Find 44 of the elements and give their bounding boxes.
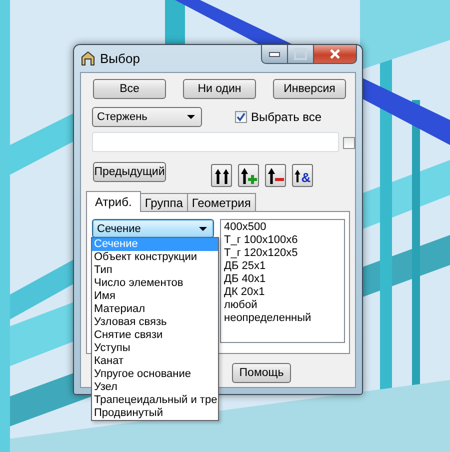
dropdown-option[interactable]: Канат bbox=[92, 355, 218, 368]
dropdown-option[interactable]: Объект конструкции bbox=[92, 251, 218, 264]
push-button[interactable]: Ни один bbox=[183, 79, 256, 99]
maximize-button[interactable] bbox=[288, 45, 314, 64]
tab[interactable]: Атриб. bbox=[86, 191, 141, 212]
select-all-checkbox[interactable] bbox=[235, 111, 247, 123]
list-item[interactable]: T_г 100x100x6 bbox=[224, 234, 341, 247]
list-item[interactable]: ДК 20x1 bbox=[224, 286, 341, 299]
arrow-ampersand-icon[interactable]: & bbox=[292, 164, 313, 187]
element-type-dropdown[interactable]: Стержень bbox=[92, 107, 202, 127]
list-item[interactable]: ДБ 25x1 bbox=[224, 260, 341, 273]
tab[interactable]: Геометрия bbox=[186, 193, 256, 211]
dropdown-option[interactable]: Число элементов bbox=[92, 277, 218, 290]
window-title: Выбор bbox=[100, 50, 140, 66]
close-icon bbox=[329, 49, 341, 59]
dropdown-option[interactable]: Уступы bbox=[92, 342, 218, 355]
dropdown-option[interactable]: Узел bbox=[92, 381, 218, 394]
dropdown-option[interactable]: Трапецеидальный и тре bbox=[92, 394, 218, 407]
dropdown-option[interactable]: Материал bbox=[92, 303, 218, 316]
close-button[interactable] bbox=[314, 45, 357, 64]
house-icon bbox=[80, 50, 96, 66]
push-button[interactable]: Инверсия bbox=[273, 79, 346, 99]
dropdown-option[interactable]: Упругое основание bbox=[92, 368, 218, 381]
filter-field[interactable] bbox=[92, 132, 339, 152]
dropdown-option[interactable]: Узловая связь bbox=[92, 316, 218, 329]
push-button[interactable]: Все bbox=[93, 79, 166, 99]
filter-checkbox[interactable] bbox=[343, 137, 355, 149]
dropdown-option[interactable]: Тип bbox=[92, 264, 218, 277]
arrow-plus-icon[interactable] bbox=[238, 164, 259, 187]
dropdown-option[interactable]: Снятие связи bbox=[92, 329, 218, 342]
list-item[interactable]: любой bbox=[224, 299, 341, 312]
dropdown-option[interactable]: Имя bbox=[92, 290, 218, 303]
arrow-minus-icon[interactable] bbox=[265, 164, 286, 187]
checkbox-label: Выбрать все bbox=[251, 110, 322, 124]
list-item[interactable]: 400x500 bbox=[224, 221, 341, 234]
attribute-dropdown[interactable]: Сечение bbox=[92, 219, 214, 238]
minimize-button[interactable] bbox=[261, 45, 288, 64]
help-button[interactable]: Помощь bbox=[232, 363, 291, 383]
dropdown-option[interactable]: Продвинутый bbox=[92, 407, 218, 420]
list-item[interactable]: T_г 120x120x5 bbox=[224, 247, 341, 260]
list-item[interactable]: ДБ 40x1 bbox=[224, 273, 341, 286]
tab[interactable]: Группа bbox=[140, 193, 188, 211]
previous-button[interactable]: Предыдущий bbox=[93, 162, 166, 182]
list-item[interactable]: неопределенный bbox=[224, 312, 341, 325]
